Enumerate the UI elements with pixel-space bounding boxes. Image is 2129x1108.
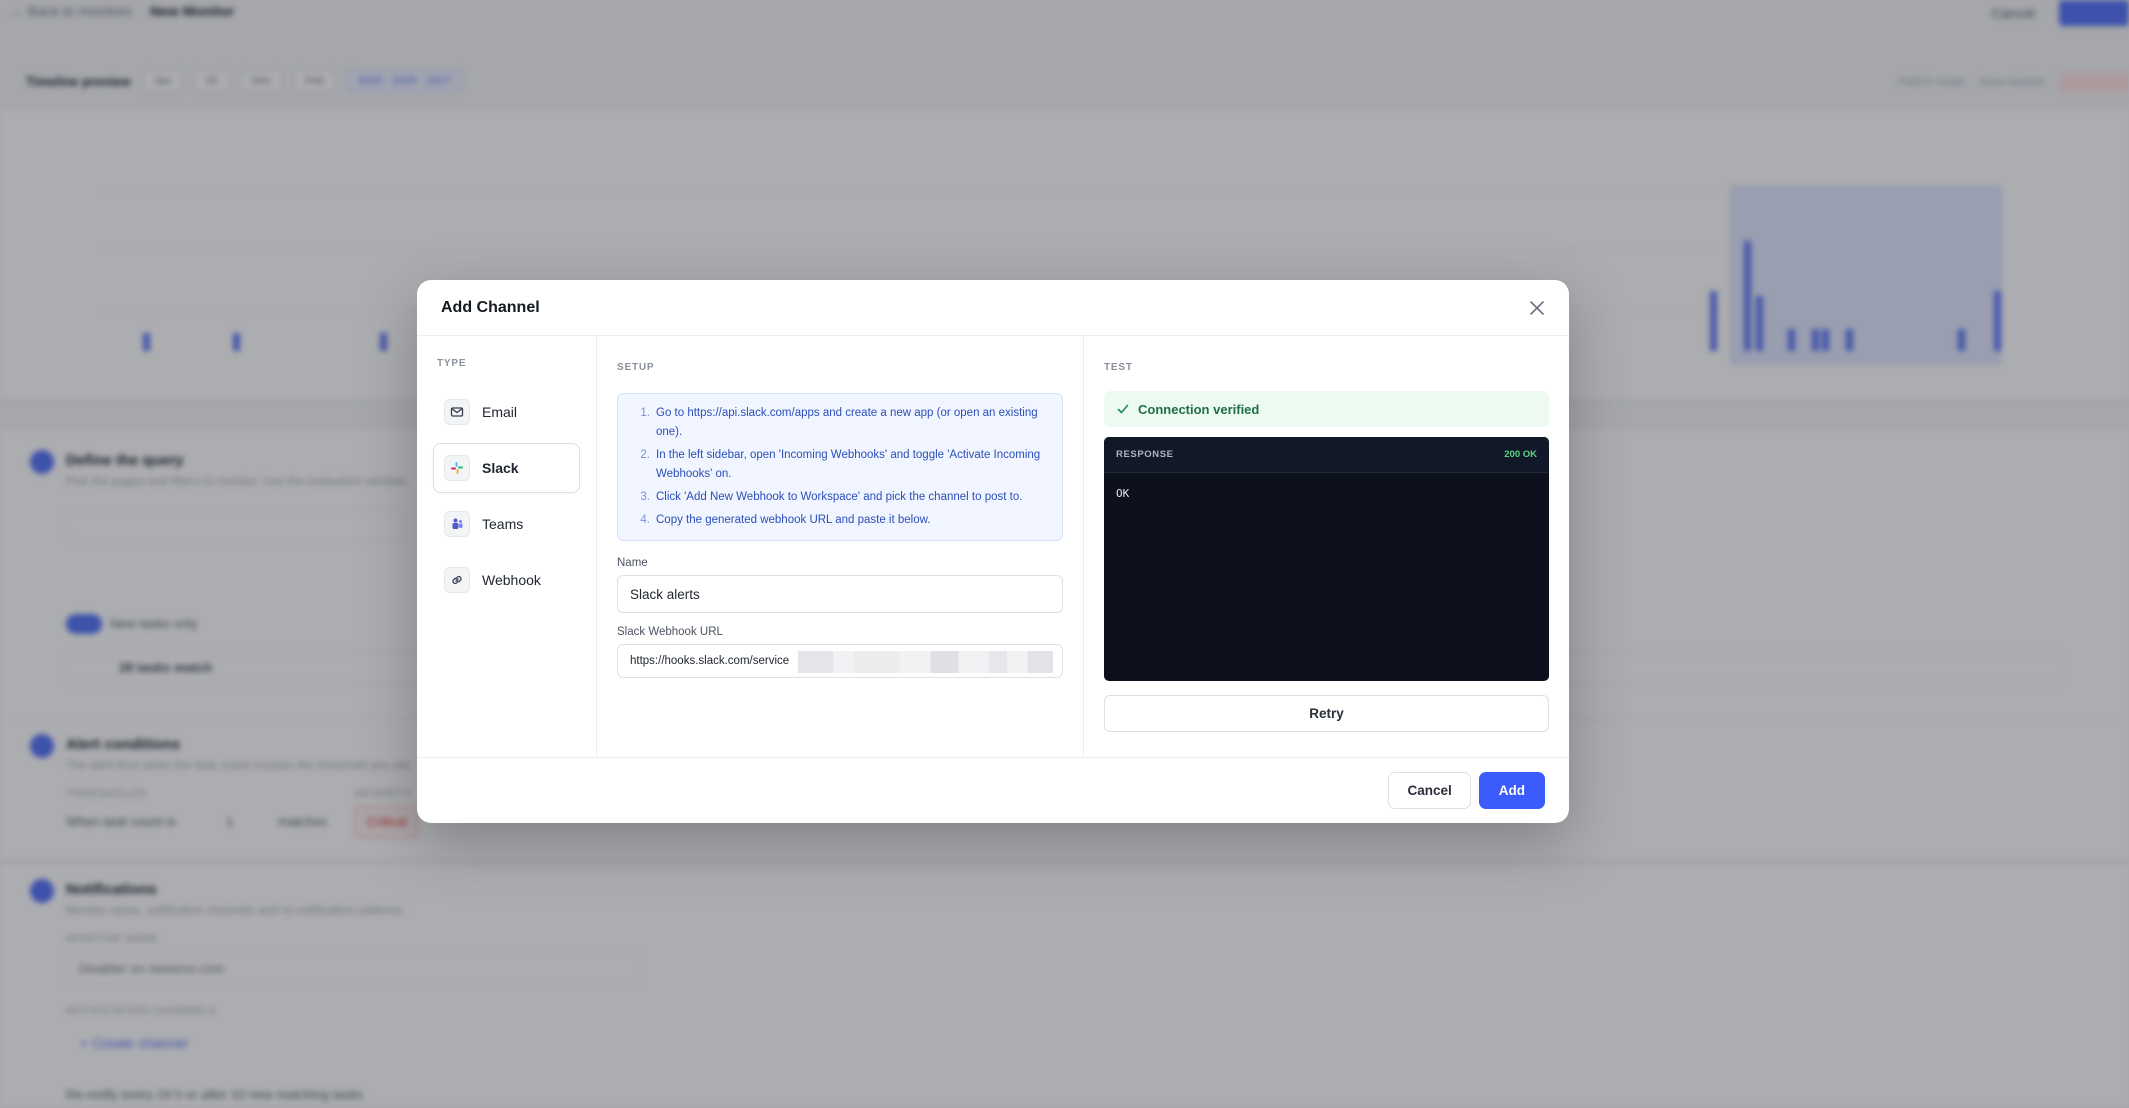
instruction-step: 3. Click 'Add New Webhook to Workspace' a…: [636, 488, 1048, 507]
test-column: TEST Connection verified RESPONSE 200 OK…: [1084, 336, 1569, 757]
connection-status: Connection verified: [1104, 391, 1549, 427]
link-icon: [444, 567, 470, 593]
instruction-step: 1. Go to https://api.slack.com/apps and c…: [636, 404, 1048, 442]
modal-footer: Cancel Add: [417, 757, 1569, 823]
close-button[interactable]: [1527, 298, 1547, 318]
type-option-label: Email: [482, 404, 518, 420]
response-panel: RESPONSE 200 OK OK: [1104, 437, 1549, 681]
type-option-email[interactable]: Email: [433, 387, 580, 437]
instruction-step: 2. In the left sidebar, open 'Incoming We…: [636, 446, 1048, 484]
type-option-label: Webhook: [482, 572, 541, 588]
instruction-number: 4.: [640, 514, 650, 526]
setup-column: SETUP 1. Go to https://api.slack.com/apps…: [597, 336, 1084, 757]
response-label: RESPONSE: [1116, 449, 1174, 460]
teams-icon: [444, 511, 470, 537]
retry-button[interactable]: Retry: [1104, 695, 1549, 732]
add-channel-modal: Add Channel TYPE Email Slack Teams Webho…: [417, 280, 1569, 823]
type-option-slack[interactable]: Slack: [433, 443, 580, 493]
type-section-label: TYPE: [437, 358, 467, 369]
type-option-label: Slack: [482, 460, 519, 476]
webhook-url-label: Slack Webhook URL: [617, 626, 723, 638]
type-option-teams[interactable]: Teams: [433, 499, 580, 549]
add-button[interactable]: Add: [1478, 772, 1545, 809]
type-column: TYPE Email Slack Teams Webhook: [417, 336, 597, 757]
response-status: 200 OK: [1504, 449, 1537, 460]
setup-section-label: SETUP: [617, 362, 655, 373]
modal-body: TYPE Email Slack Teams Webhook SETUP 1. …: [417, 336, 1569, 757]
name-input[interactable]: Slack alerts: [617, 575, 1063, 613]
cancel-button[interactable]: Cancel: [1388, 772, 1471, 809]
type-option-label: Teams: [482, 516, 524, 532]
setup-instructions: 1. Go to https://api.slack.com/apps and c…: [617, 393, 1063, 541]
response-body: OK: [1116, 487, 1130, 500]
instruction-text: Copy the generated webhook URL and paste…: [656, 514, 931, 526]
modal-header: Add Channel: [417, 280, 1569, 336]
type-option-webhook[interactable]: Webhook: [433, 555, 580, 605]
mail-icon: [444, 399, 470, 425]
instruction-number: 2.: [640, 449, 650, 461]
instruction-number: 1.: [640, 407, 650, 419]
close-icon: [1530, 301, 1544, 315]
instruction-number: 3.: [640, 491, 650, 503]
instruction-text: Go to https://api.slack.com/apps and cre…: [656, 407, 1038, 438]
redacted-url-region: [798, 651, 1053, 673]
type-list: Email Slack Teams Webhook: [433, 387, 580, 605]
connection-status-text: Connection verified: [1138, 401, 1260, 417]
instruction-text: In the left sidebar, open 'Incoming Webh…: [656, 449, 1041, 480]
instruction-step: 4. Copy the generated webhook URL and pas…: [636, 511, 1048, 530]
modal-title: Add Channel: [441, 298, 540, 316]
check-icon: [1117, 404, 1129, 414]
webhook-url-input[interactable]: https://hooks.slack.com/service: [617, 644, 1063, 678]
slack-icon: [444, 455, 470, 481]
name-field-label: Name: [617, 557, 648, 569]
instruction-text: Click 'Add New Webhook to Workspace' and…: [656, 491, 1023, 503]
webhook-url-value: https://hooks.slack.com/service: [630, 655, 790, 667]
test-section-label: TEST: [1104, 362, 1133, 373]
response-header: RESPONSE 200 OK: [1104, 437, 1549, 473]
